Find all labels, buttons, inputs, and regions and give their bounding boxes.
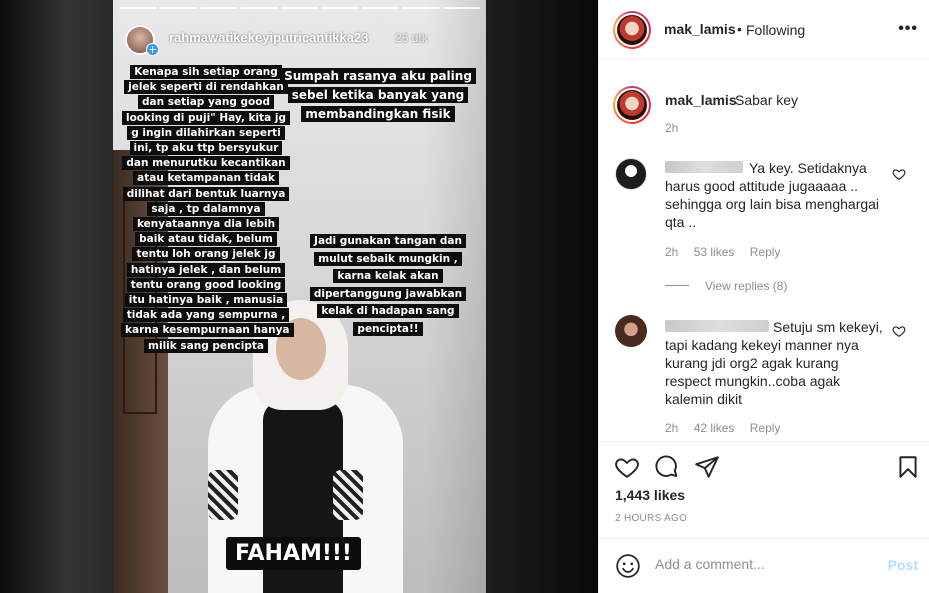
media-backdrop-left	[0, 0, 113, 593]
add-comment-row: Post	[599, 538, 929, 593]
caption-text: Sabar key	[735, 92, 799, 108]
reply-button[interactable]: Reply	[750, 421, 781, 435]
comment-likes[interactable]: 42 likes	[694, 421, 735, 435]
story-text-mid-right: Jadi gunakan tangan dan mulut sebaik mun…	[303, 233, 473, 338]
post-media: + rahmawatikekeyiputricantikka23 26 dtk …	[0, 0, 598, 593]
comment-time[interactable]: 2h	[665, 245, 678, 259]
following-button[interactable]: Following	[746, 22, 805, 38]
story-text-top-right-content: Sumpah rasanya aku paling sebel ketika b…	[280, 68, 476, 122]
story-text-left-content: Kenapa sih setiap orang jelek seperti di…	[121, 65, 294, 353]
comment-likes[interactable]: 53 likes	[694, 245, 735, 259]
view-replies-line	[665, 285, 689, 286]
view-replies-button[interactable]: View replies (8)	[705, 279, 787, 293]
comment-text: Setuju sm kekeyi, tapi kadang kekeyi man…	[665, 319, 883, 407]
story-screenshot: + rahmawatikekeyiputricantikka23 26 dtk …	[113, 0, 486, 593]
story-text-mid-right-content: Jadi gunakan tangan dan mulut sebaik mun…	[309, 234, 467, 336]
header-username[interactable]: mak_lamis	[664, 21, 736, 37]
story-progress-bar	[119, 7, 480, 9]
emoji-icon[interactable]	[615, 553, 641, 579]
comment-meta: 2h 53 likes Reply	[665, 245, 792, 259]
media-backdrop-right	[486, 0, 598, 593]
like-comment-heart-icon[interactable]	[892, 167, 906, 181]
share-icon[interactable]	[694, 454, 720, 480]
story-timestamp: 26 dtk	[395, 31, 428, 45]
post-header: mak_lamis • Following •••	[599, 0, 929, 60]
bookmark-icon[interactable]	[895, 454, 921, 480]
caption-time[interactable]: 2h	[665, 121, 678, 135]
story-text-bottom: FAHAM!!!	[226, 537, 361, 570]
caption-avatar[interactable]	[613, 86, 651, 124]
post-button[interactable]: Post	[888, 557, 918, 573]
story-text-left: Kenapa sih setiap orang jelek seperti di…	[121, 65, 294, 354]
caption-username[interactable]: mak_lamis	[665, 92, 737, 108]
story-text-top-right: Sumpah rasanya aku paling sebel ketika b…	[278, 67, 478, 124]
reply-button[interactable]: Reply	[750, 245, 781, 259]
more-options-icon[interactable]: •••	[898, 20, 918, 38]
plus-icon: +	[146, 43, 159, 56]
story-username: rahmawatikekeyiputricantikka23	[169, 30, 369, 45]
post-timestamp[interactable]: 2 HOURS AGO	[615, 513, 687, 524]
comment-avatar[interactable]	[615, 315, 647, 347]
comment-icon[interactable]	[654, 454, 680, 480]
post-sidebar: mak_lamis • Following ••• mak_lamis Saba…	[598, 0, 929, 593]
heart-icon[interactable]	[614, 454, 640, 480]
comment-input[interactable]	[655, 556, 875, 572]
comment-time[interactable]: 2h	[665, 421, 678, 435]
person-sleeve-right	[333, 470, 363, 520]
like-comment-heart-icon[interactable]	[892, 324, 906, 338]
comment-avatar[interactable]	[615, 158, 647, 190]
person-sleeve-left	[208, 470, 238, 520]
header-avatar[interactable]	[613, 11, 651, 49]
comment-meta: 2h 42 likes Reply	[665, 421, 792, 435]
story-text-bottom-content: FAHAM!!!	[226, 537, 361, 570]
header-separator: •	[737, 21, 742, 37]
likes-count[interactable]: 1,443 likes	[615, 487, 685, 503]
comment-text: Ya key. Setidaknya harus good attitude j…	[665, 160, 880, 230]
